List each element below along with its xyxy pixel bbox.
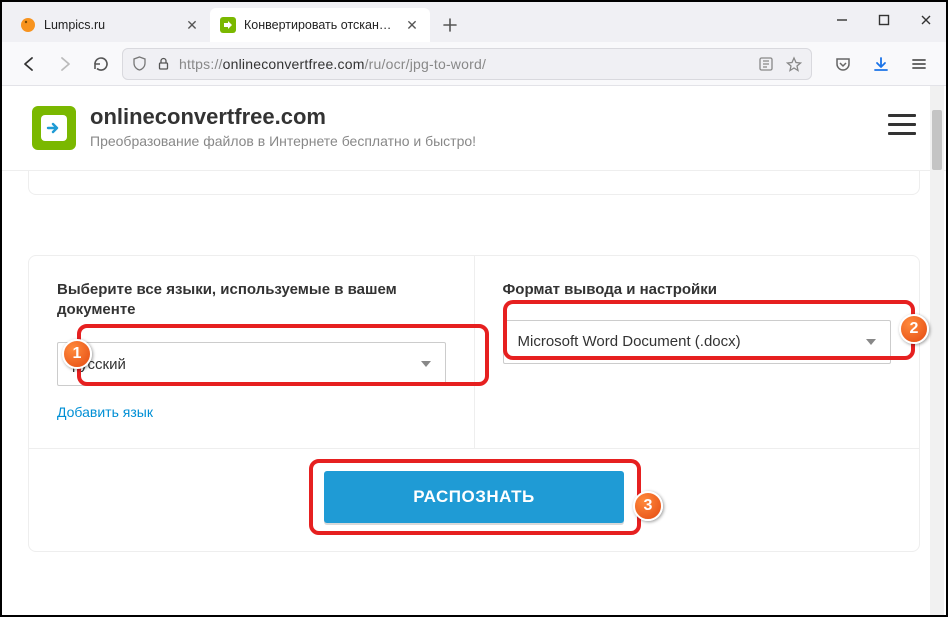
- app-menu-icon[interactable]: [904, 49, 934, 79]
- vertical-scrollbar[interactable]: [930, 86, 944, 615]
- bookmark-star-icon[interactable]: [785, 55, 803, 73]
- ocr-options-panel: Выберите все языки, используемые в вашем…: [28, 255, 920, 553]
- lock-icon[interactable]: [155, 56, 171, 72]
- scrollbar-thumb[interactable]: [932, 110, 942, 170]
- tab-lumpics[interactable]: Lumpics.ru ✕: [10, 8, 210, 42]
- browser-tabstrip: Lumpics.ru ✕ Конвертировать отсканирован…: [2, 2, 946, 42]
- favicon-ocf: [220, 17, 236, 33]
- url-scheme: https://: [179, 56, 223, 72]
- site-tagline: Преобразование файлов в Интернете беспла…: [90, 132, 476, 152]
- site-name: onlineconvertfree.com: [90, 104, 476, 130]
- site-header: onlineconvertfree.com Преобразование фай…: [2, 86, 946, 171]
- nav-back-button[interactable]: [14, 49, 44, 79]
- site-logo[interactable]: [32, 106, 76, 150]
- favicon-lumpics: [20, 17, 36, 33]
- site-menu-button[interactable]: [882, 104, 922, 144]
- tab-onlineconvertfree[interactable]: Конвертировать отсканирован ✕: [210, 8, 430, 42]
- chevron-down-icon: [866, 339, 876, 345]
- url-path: /ru/ocr/jpg-to-word/: [365, 56, 486, 72]
- nav-reload-button[interactable]: [86, 49, 116, 79]
- window-minimize-icon[interactable]: [832, 10, 852, 30]
- recognize-button[interactable]: РАСПОЗНАТЬ: [324, 471, 624, 523]
- add-language-link[interactable]: Добавить язык: [57, 404, 446, 420]
- page-content: onlineconvertfree.com Преобразование фай…: [2, 86, 946, 615]
- chevron-down-icon: [421, 361, 431, 367]
- tab-title: Lumpics.ru: [44, 18, 176, 32]
- tracking-shield-icon[interactable]: [131, 56, 147, 72]
- callout-badge-2: 2: [899, 314, 929, 344]
- format-select[interactable]: Microsoft Word Document (.docx): [503, 320, 892, 364]
- window-close-icon[interactable]: [916, 10, 936, 30]
- language-label: Выберите все языки, используемые в вашем…: [57, 280, 446, 321]
- new-tab-button[interactable]: [436, 11, 464, 39]
- upload-card-bottom: [28, 171, 920, 195]
- nav-forward-button: [50, 49, 80, 79]
- format-column: Формат вывода и настройки Microsoft Word…: [474, 256, 920, 449]
- close-icon[interactable]: ✕: [404, 17, 420, 33]
- language-select[interactable]: русский: [57, 342, 446, 386]
- close-icon[interactable]: ✕: [184, 17, 200, 33]
- url-text: https://onlineconvertfree.com/ru/ocr/jpg…: [179, 56, 749, 72]
- tab-title: Конвертировать отсканирован: [244, 18, 396, 32]
- pocket-icon[interactable]: [828, 49, 858, 79]
- address-bar[interactable]: https://onlineconvertfree.com/ru/ocr/jpg…: [122, 48, 812, 80]
- url-host: onlineconvertfree.com: [223, 56, 365, 72]
- reader-mode-icon[interactable]: [757, 55, 775, 73]
- panel-footer: РАСПОЗНАТЬ 3: [29, 448, 919, 551]
- language-column: Выберите все языки, используемые в вашем…: [29, 256, 474, 449]
- downloads-icon[interactable]: [866, 49, 896, 79]
- callout-badge-3: 3: [633, 491, 663, 521]
- window-maximize-icon[interactable]: [874, 10, 894, 30]
- format-label: Формат вывода и настройки: [503, 280, 892, 300]
- format-value: Microsoft Word Document (.docx): [518, 333, 741, 350]
- callout-badge-1: 1: [62, 339, 92, 369]
- browser-toolbar: https://onlineconvertfree.com/ru/ocr/jpg…: [2, 42, 946, 86]
